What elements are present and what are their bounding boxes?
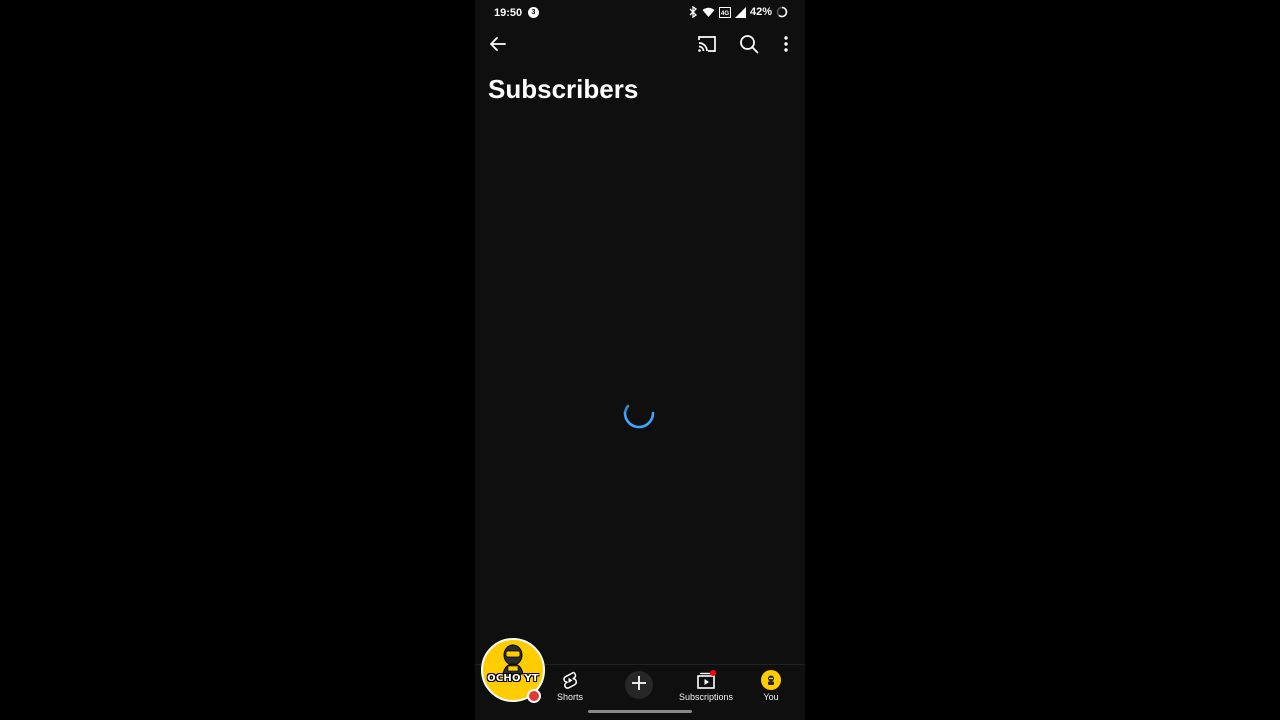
battery-percent: 42% (749, 6, 772, 18)
svg-text:4G: 4G (721, 11, 729, 17)
volte-icon: 4G (718, 6, 731, 18)
notification-count-badge: 3 (528, 7, 539, 18)
channel-logo-text: OCHO YT (487, 673, 539, 684)
battery-icon (776, 6, 788, 18)
subscriptions-icon (696, 670, 717, 690)
nav-subscriptions-label: Subscriptions (679, 692, 734, 702)
cast-icon (696, 34, 718, 59)
nav-you-label: You (763, 692, 779, 702)
bluetooth-icon (688, 6, 698, 18)
arrow-left-icon (488, 34, 508, 59)
more-options-button[interactable] (772, 32, 800, 60)
status-bar: 19:50 3 4G 42% (475, 0, 805, 26)
wifi-icon (702, 7, 715, 18)
page-title: Subscribers (488, 74, 639, 104)
status-time: 19:50 (494, 7, 523, 19)
create-button[interactable] (625, 671, 653, 699)
back-button[interactable] (484, 32, 512, 60)
phone-screen: 19:50 3 4G 42% Subscribers Shorts Subscr… (475, 0, 805, 720)
status-icons: 4G 42% (688, 6, 788, 18)
new-content-dot (710, 670, 717, 676)
nav-shorts-label: Shorts (557, 692, 584, 702)
signal-icon (734, 6, 746, 18)
loading-spinner (622, 398, 656, 432)
gesture-home-bar[interactable] (588, 710, 692, 713)
top-app-bar (475, 28, 805, 64)
plus-icon (631, 675, 647, 696)
search-button[interactable] (735, 32, 763, 60)
cast-button[interactable] (693, 32, 721, 60)
search-icon (739, 34, 759, 59)
nav-subscriptions[interactable]: Subscriptions (679, 670, 733, 702)
shorts-icon (561, 670, 579, 690)
live-indicator-dot (527, 689, 541, 703)
more-vert-icon (783, 35, 789, 58)
nav-shorts[interactable]: Shorts (557, 670, 583, 702)
avatar (761, 670, 781, 690)
nav-you[interactable]: You (761, 670, 781, 702)
